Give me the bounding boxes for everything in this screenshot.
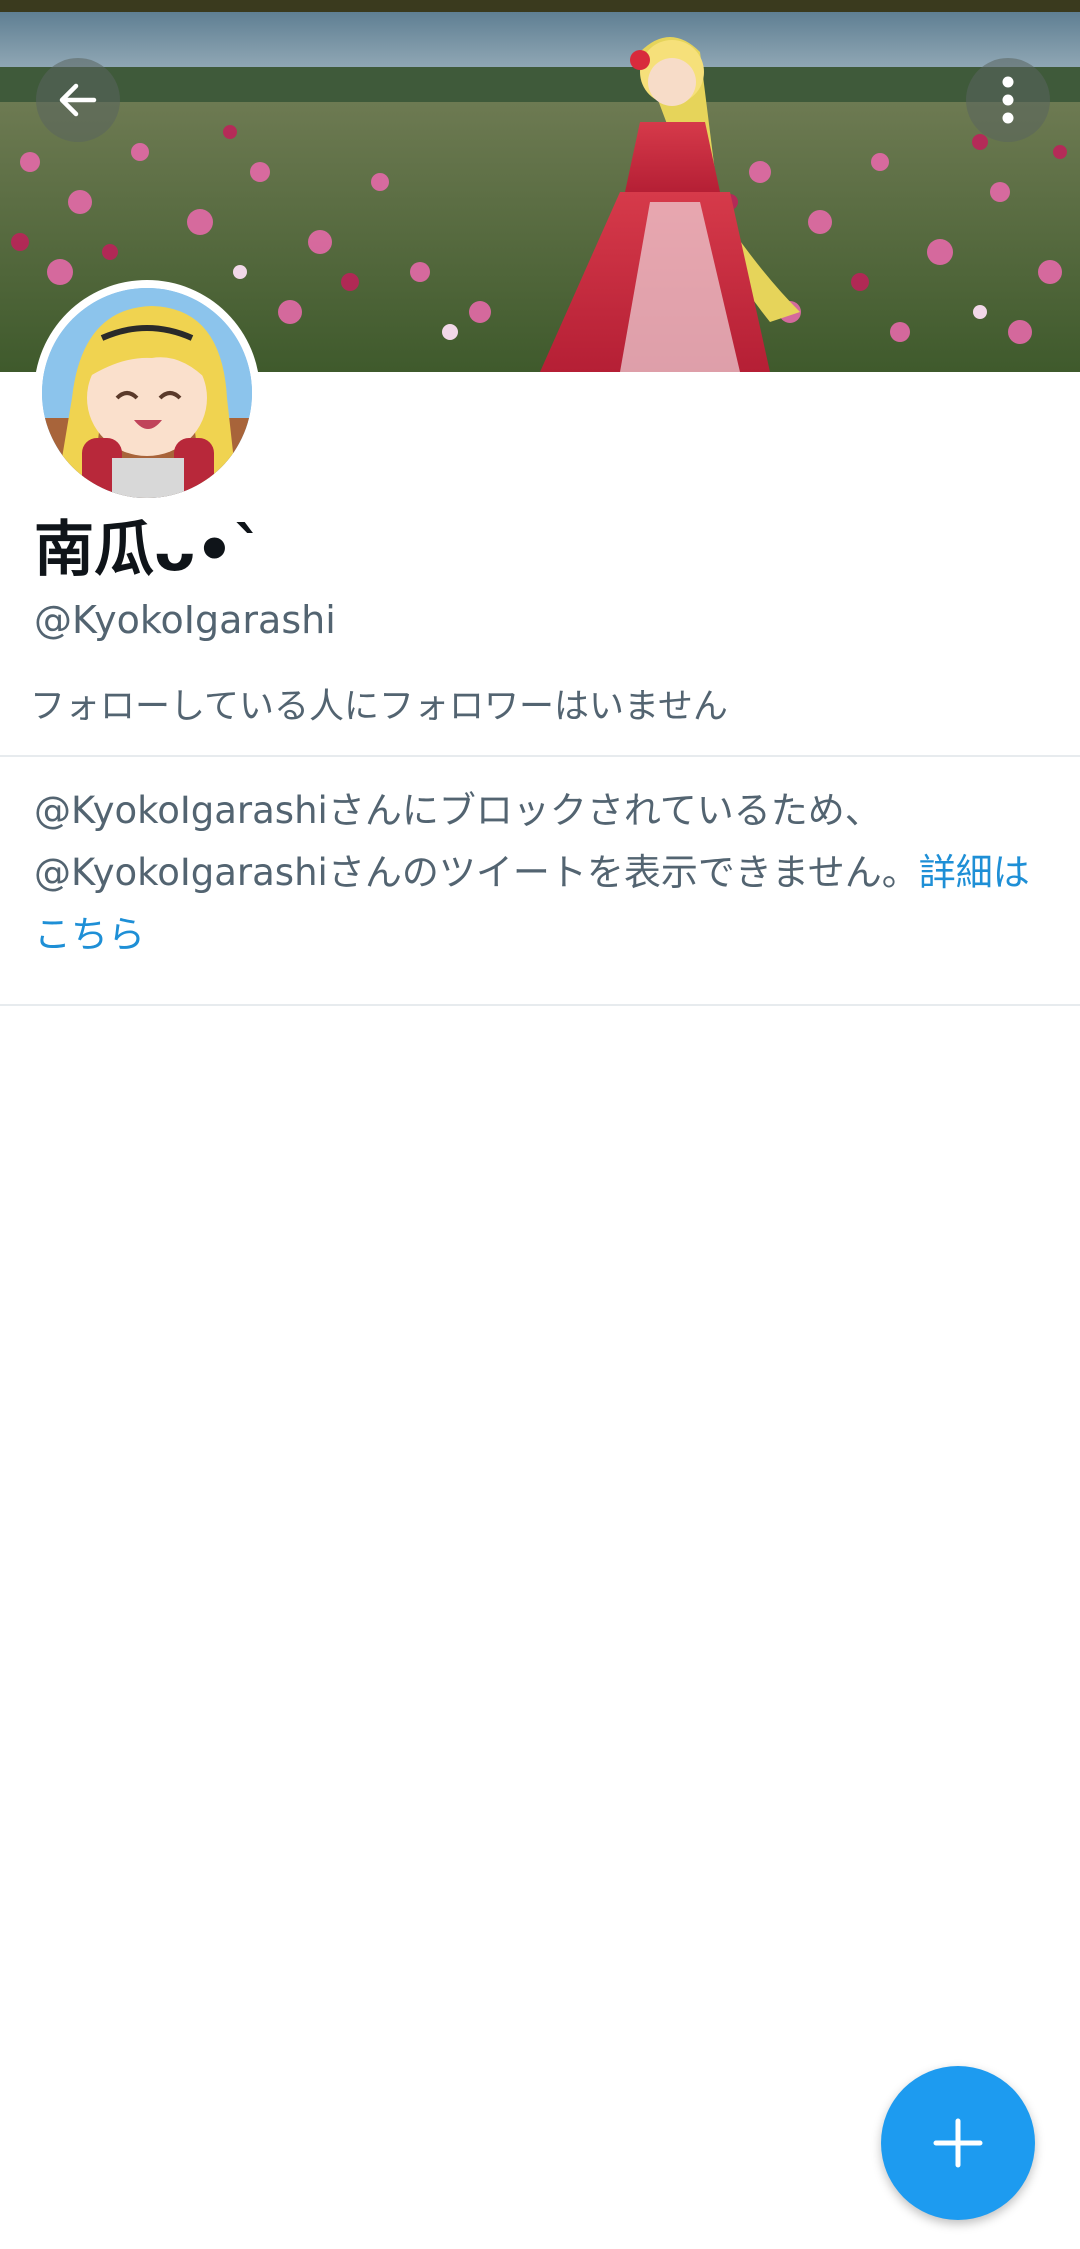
avatar-image <box>42 288 252 498</box>
blocked-message: @KyokoIgarashiさんにブロックされているため、@KyokoIgara… <box>34 789 919 894</box>
arrow-left-icon <box>59 83 97 117</box>
back-button[interactable] <box>36 58 120 142</box>
followers-you-know-note: フォローしている人にフォロワーはいません <box>30 687 728 727</box>
blocked-notice: @KyokoIgarashiさんにブロックされているため、@KyokoIgara… <box>34 780 1034 966</box>
vertical-dots-icon <box>1002 76 1014 124</box>
more-options-button[interactable] <box>966 58 1050 142</box>
status-strip <box>0 0 1080 12</box>
plus-icon <box>933 2118 983 2168</box>
compose-tweet-button[interactable] <box>881 2066 1035 2220</box>
profile-handle: @KyokoIgarashi <box>34 598 336 642</box>
avatar[interactable] <box>34 280 260 506</box>
divider <box>0 755 1080 757</box>
divider <box>0 1004 1080 1006</box>
display-name: 南瓜ᴗ•` <box>34 515 264 585</box>
